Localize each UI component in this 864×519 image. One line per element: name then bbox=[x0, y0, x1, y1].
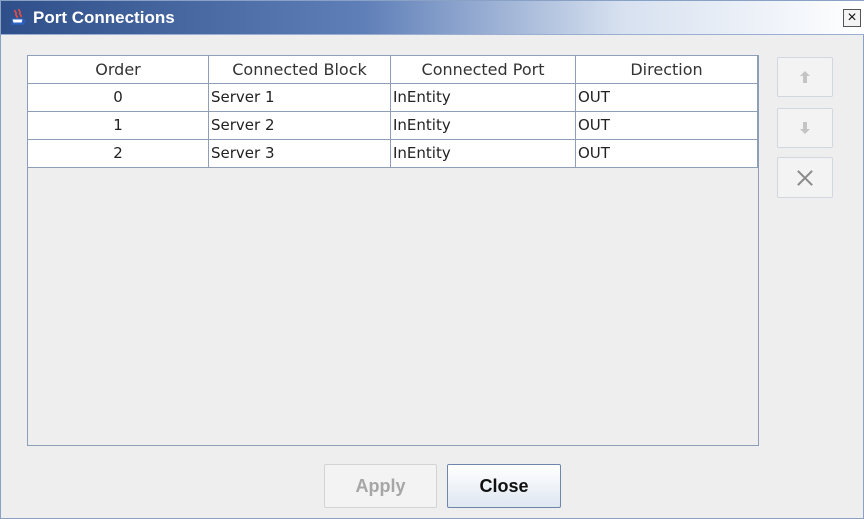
close-window-button[interactable]: × bbox=[843, 9, 861, 27]
cell-connected-block[interactable]: Server 1 bbox=[209, 84, 391, 112]
close-button[interactable]: Close bbox=[447, 464, 561, 508]
cell-connected-port[interactable]: InEntity bbox=[391, 112, 576, 140]
move-down-button[interactable] bbox=[777, 108, 833, 148]
title-bar[interactable]: Port Connections × bbox=[1, 1, 864, 35]
table-row[interactable]: 0 Server 1 InEntity OUT bbox=[28, 84, 758, 112]
cell-order[interactable]: 2 bbox=[28, 140, 209, 168]
cell-order[interactable]: 0 bbox=[28, 84, 209, 112]
column-header-direction[interactable]: Direction bbox=[576, 56, 758, 84]
table-row[interactable]: 2 Server 3 InEntity OUT bbox=[28, 140, 758, 168]
table-row[interactable]: 1 Server 2 InEntity OUT bbox=[28, 112, 758, 140]
move-up-button[interactable] bbox=[777, 57, 833, 97]
cell-order[interactable]: 1 bbox=[28, 112, 209, 140]
connections-table[interactable]: Order Connected Block Connected Port Dir… bbox=[27, 55, 759, 446]
delete-icon bbox=[794, 167, 816, 189]
delete-connection-button[interactable] bbox=[777, 157, 833, 198]
window-title: Port Connections bbox=[33, 8, 175, 27]
cell-connected-block[interactable]: Server 2 bbox=[209, 112, 391, 140]
arrow-up-icon bbox=[797, 69, 813, 85]
apply-button[interactable]: Apply bbox=[324, 464, 437, 508]
java-coffee-icon bbox=[9, 8, 27, 26]
cell-direction[interactable]: OUT bbox=[576, 112, 758, 140]
table-header: Order Connected Block Connected Port Dir… bbox=[28, 56, 758, 84]
cell-connected-port[interactable]: InEntity bbox=[391, 84, 576, 112]
port-connections-dialog: Port Connections × Order Connected Block… bbox=[0, 0, 864, 519]
cell-direction[interactable]: OUT bbox=[576, 84, 758, 112]
column-header-connected-port[interactable]: Connected Port bbox=[391, 56, 576, 84]
cell-direction[interactable]: OUT bbox=[576, 140, 758, 168]
column-header-order[interactable]: Order bbox=[28, 56, 209, 84]
cell-connected-block[interactable]: Server 3 bbox=[209, 140, 391, 168]
arrow-down-icon bbox=[797, 120, 813, 136]
cell-connected-port[interactable]: InEntity bbox=[391, 140, 576, 168]
column-header-connected-block[interactable]: Connected Block bbox=[209, 56, 391, 84]
